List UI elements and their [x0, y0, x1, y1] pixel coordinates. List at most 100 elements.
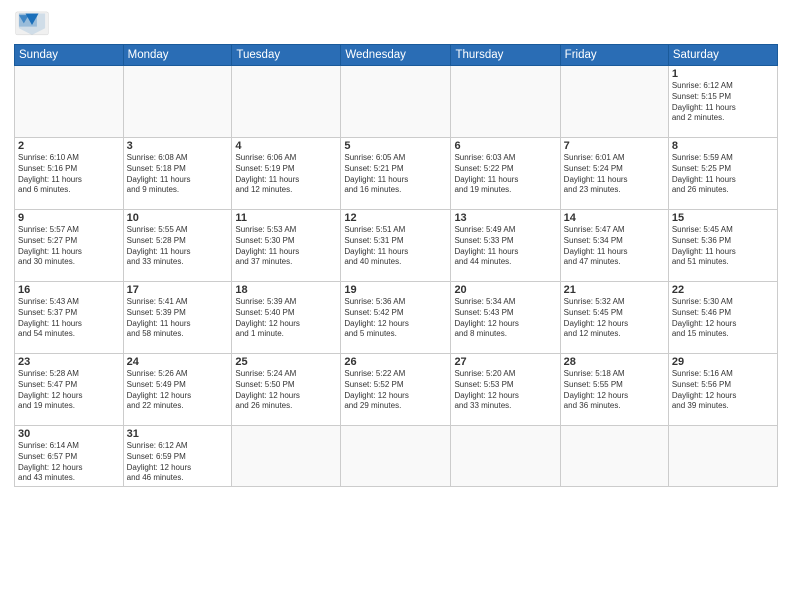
day-number: 8	[672, 140, 774, 152]
day-number: 26	[344, 356, 447, 368]
day-info: Sunrise: 6:10 AM Sunset: 5:16 PM Dayligh…	[18, 153, 120, 196]
day-number: 1	[672, 68, 774, 80]
calendar-week-row: 1Sunrise: 6:12 AM Sunset: 5:15 PM Daylig…	[15, 66, 778, 138]
calendar-cell	[123, 66, 232, 138]
calendar-cell: 12Sunrise: 5:51 AM Sunset: 5:31 PM Dayli…	[341, 210, 451, 282]
calendar-cell: 11Sunrise: 5:53 AM Sunset: 5:30 PM Dayli…	[232, 210, 341, 282]
calendar-cell: 5Sunrise: 6:05 AM Sunset: 5:21 PM Daylig…	[341, 138, 451, 210]
day-info: Sunrise: 5:28 AM Sunset: 5:47 PM Dayligh…	[18, 369, 120, 412]
day-info: Sunrise: 6:06 AM Sunset: 5:19 PM Dayligh…	[235, 153, 337, 196]
day-info: Sunrise: 5:16 AM Sunset: 5:56 PM Dayligh…	[672, 369, 774, 412]
day-number: 10	[127, 212, 229, 224]
day-number: 22	[672, 284, 774, 296]
weekday-header-monday: Monday	[123, 45, 232, 66]
day-info: Sunrise: 5:49 AM Sunset: 5:33 PM Dayligh…	[454, 225, 556, 268]
day-info: Sunrise: 5:26 AM Sunset: 5:49 PM Dayligh…	[127, 369, 229, 412]
calendar-cell: 2Sunrise: 6:10 AM Sunset: 5:16 PM Daylig…	[15, 138, 124, 210]
day-number: 23	[18, 356, 120, 368]
day-number: 11	[235, 212, 337, 224]
day-number: 25	[235, 356, 337, 368]
day-number: 7	[564, 140, 665, 152]
day-number: 13	[454, 212, 556, 224]
calendar-cell: 27Sunrise: 5:20 AM Sunset: 5:53 PM Dayli…	[451, 354, 560, 426]
day-number: 16	[18, 284, 120, 296]
general-blue-icon	[14, 10, 50, 40]
calendar-cell: 22Sunrise: 5:30 AM Sunset: 5:46 PM Dayli…	[668, 282, 777, 354]
logo	[14, 10, 54, 40]
weekday-header-row: SundayMondayTuesdayWednesdayThursdayFrid…	[15, 45, 778, 66]
day-number: 31	[127, 428, 229, 440]
day-number: 29	[672, 356, 774, 368]
calendar-cell: 25Sunrise: 5:24 AM Sunset: 5:50 PM Dayli…	[232, 354, 341, 426]
calendar-cell	[232, 66, 341, 138]
calendar-cell: 19Sunrise: 5:36 AM Sunset: 5:42 PM Dayli…	[341, 282, 451, 354]
calendar-cell: 15Sunrise: 5:45 AM Sunset: 5:36 PM Dayli…	[668, 210, 777, 282]
weekday-header-saturday: Saturday	[668, 45, 777, 66]
day-number: 9	[18, 212, 120, 224]
calendar-cell	[560, 66, 668, 138]
calendar-cell	[15, 66, 124, 138]
calendar-week-row: 2Sunrise: 6:10 AM Sunset: 5:16 PM Daylig…	[15, 138, 778, 210]
calendar-cell: 1Sunrise: 6:12 AM Sunset: 5:15 PM Daylig…	[668, 66, 777, 138]
day-info: Sunrise: 6:03 AM Sunset: 5:22 PM Dayligh…	[454, 153, 556, 196]
day-info: Sunrise: 6:12 AM Sunset: 6:59 PM Dayligh…	[127, 441, 229, 484]
day-info: Sunrise: 6:08 AM Sunset: 5:18 PM Dayligh…	[127, 153, 229, 196]
weekday-header-sunday: Sunday	[15, 45, 124, 66]
day-info: Sunrise: 5:59 AM Sunset: 5:25 PM Dayligh…	[672, 153, 774, 196]
calendar-week-row: 9Sunrise: 5:57 AM Sunset: 5:27 PM Daylig…	[15, 210, 778, 282]
day-info: Sunrise: 6:12 AM Sunset: 5:15 PM Dayligh…	[672, 81, 774, 124]
calendar-week-row: 30Sunrise: 6:14 AM Sunset: 6:57 PM Dayli…	[15, 426, 778, 487]
calendar-cell	[560, 426, 668, 487]
calendar-cell: 16Sunrise: 5:43 AM Sunset: 5:37 PM Dayli…	[15, 282, 124, 354]
day-info: Sunrise: 5:47 AM Sunset: 5:34 PM Dayligh…	[564, 225, 665, 268]
calendar-cell: 28Sunrise: 5:18 AM Sunset: 5:55 PM Dayli…	[560, 354, 668, 426]
calendar-week-row: 16Sunrise: 5:43 AM Sunset: 5:37 PM Dayli…	[15, 282, 778, 354]
day-number: 30	[18, 428, 120, 440]
day-info: Sunrise: 5:30 AM Sunset: 5:46 PM Dayligh…	[672, 297, 774, 340]
day-info: Sunrise: 5:51 AM Sunset: 5:31 PM Dayligh…	[344, 225, 447, 268]
day-info: Sunrise: 5:43 AM Sunset: 5:37 PM Dayligh…	[18, 297, 120, 340]
day-info: Sunrise: 5:20 AM Sunset: 5:53 PM Dayligh…	[454, 369, 556, 412]
day-info: Sunrise: 6:01 AM Sunset: 5:24 PM Dayligh…	[564, 153, 665, 196]
calendar-cell: 20Sunrise: 5:34 AM Sunset: 5:43 PM Dayli…	[451, 282, 560, 354]
day-number: 20	[454, 284, 556, 296]
calendar-cell: 10Sunrise: 5:55 AM Sunset: 5:28 PM Dayli…	[123, 210, 232, 282]
day-number: 14	[564, 212, 665, 224]
calendar-cell: 24Sunrise: 5:26 AM Sunset: 5:49 PM Dayli…	[123, 354, 232, 426]
calendar-cell	[451, 66, 560, 138]
day-info: Sunrise: 5:22 AM Sunset: 5:52 PM Dayligh…	[344, 369, 447, 412]
day-info: Sunrise: 5:57 AM Sunset: 5:27 PM Dayligh…	[18, 225, 120, 268]
day-number: 18	[235, 284, 337, 296]
calendar-cell: 23Sunrise: 5:28 AM Sunset: 5:47 PM Dayli…	[15, 354, 124, 426]
day-info: Sunrise: 5:24 AM Sunset: 5:50 PM Dayligh…	[235, 369, 337, 412]
calendar-cell: 18Sunrise: 5:39 AM Sunset: 5:40 PM Dayli…	[232, 282, 341, 354]
day-info: Sunrise: 5:32 AM Sunset: 5:45 PM Dayligh…	[564, 297, 665, 340]
calendar-cell: 6Sunrise: 6:03 AM Sunset: 5:22 PM Daylig…	[451, 138, 560, 210]
calendar-cell: 29Sunrise: 5:16 AM Sunset: 5:56 PM Dayli…	[668, 354, 777, 426]
day-number: 2	[18, 140, 120, 152]
calendar-cell: 17Sunrise: 5:41 AM Sunset: 5:39 PM Dayli…	[123, 282, 232, 354]
day-info: Sunrise: 6:05 AM Sunset: 5:21 PM Dayligh…	[344, 153, 447, 196]
calendar-cell	[668, 426, 777, 487]
calendar-cell: 4Sunrise: 6:06 AM Sunset: 5:19 PM Daylig…	[232, 138, 341, 210]
calendar-cell	[341, 426, 451, 487]
weekday-header-friday: Friday	[560, 45, 668, 66]
calendar-cell: 14Sunrise: 5:47 AM Sunset: 5:34 PM Dayli…	[560, 210, 668, 282]
calendar-cell: 30Sunrise: 6:14 AM Sunset: 6:57 PM Dayli…	[15, 426, 124, 487]
weekday-header-thursday: Thursday	[451, 45, 560, 66]
calendar-cell: 26Sunrise: 5:22 AM Sunset: 5:52 PM Dayli…	[341, 354, 451, 426]
calendar-cell: 13Sunrise: 5:49 AM Sunset: 5:33 PM Dayli…	[451, 210, 560, 282]
day-number: 6	[454, 140, 556, 152]
day-info: Sunrise: 5:41 AM Sunset: 5:39 PM Dayligh…	[127, 297, 229, 340]
weekday-header-tuesday: Tuesday	[232, 45, 341, 66]
calendar-cell: 7Sunrise: 6:01 AM Sunset: 5:24 PM Daylig…	[560, 138, 668, 210]
day-info: Sunrise: 5:45 AM Sunset: 5:36 PM Dayligh…	[672, 225, 774, 268]
day-number: 21	[564, 284, 665, 296]
day-info: Sunrise: 5:53 AM Sunset: 5:30 PM Dayligh…	[235, 225, 337, 268]
calendar-cell: 21Sunrise: 5:32 AM Sunset: 5:45 PM Dayli…	[560, 282, 668, 354]
calendar-cell	[451, 426, 560, 487]
calendar-cell: 8Sunrise: 5:59 AM Sunset: 5:25 PM Daylig…	[668, 138, 777, 210]
day-info: Sunrise: 5:18 AM Sunset: 5:55 PM Dayligh…	[564, 369, 665, 412]
day-number: 27	[454, 356, 556, 368]
weekday-header-wednesday: Wednesday	[341, 45, 451, 66]
